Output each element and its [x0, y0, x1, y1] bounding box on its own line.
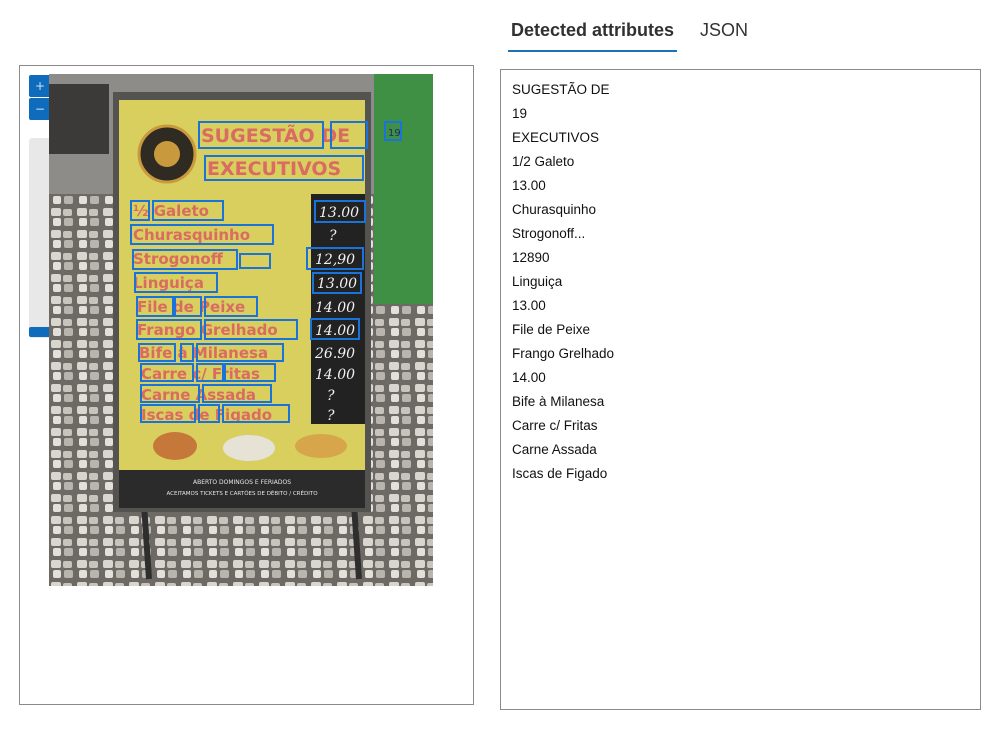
attribute-item: Churasquinho	[512, 202, 597, 217]
menu-item-price: 13.00	[319, 205, 359, 221]
attribute-item: File de Peixe	[512, 322, 591, 337]
menu-item-price: 14.00	[315, 323, 355, 339]
attribute-item: 13.00	[512, 178, 546, 193]
menu-item-name: Strogonoff	[133, 250, 224, 268]
attribute-item: Bife à Milanesa	[512, 394, 605, 409]
menu-item-name: ½ Galeto	[133, 202, 209, 220]
attribute-item: 14.00	[512, 370, 546, 385]
sign-footer-line-1: ABERTO DOMINGOS E FERIADOS	[193, 479, 291, 486]
tab-bar: Detected attributes JSON	[508, 18, 751, 52]
tab-json[interactable]: JSON	[697, 18, 751, 50]
sign-badge: 19	[388, 128, 401, 139]
zoom-in-button[interactable]: +	[29, 75, 51, 97]
tab-detected-attributes[interactable]: Detected attributes	[508, 18, 678, 52]
attribute-item: SUGESTÃO DE	[512, 82, 610, 97]
zoom-out-button[interactable]: −	[29, 98, 51, 120]
menu-item-name: Frango Grelhado	[137, 321, 278, 339]
attribute-item: 12890	[512, 250, 550, 265]
sign-footer-band	[119, 470, 365, 508]
zoom-slider-thumb[interactable]	[29, 327, 51, 337]
food-photo	[295, 434, 347, 458]
attribute-item: Carre c/ Fritas	[512, 418, 598, 433]
attribute-item: EXECUTIVOS	[512, 130, 600, 145]
attribute-item: Linguiça	[512, 274, 563, 289]
background-vehicle	[49, 84, 109, 154]
zoom-slider-track[interactable]	[29, 138, 51, 338]
menu-item-price: ?	[329, 228, 337, 244]
attribute-item: Frango Grelhado	[512, 346, 615, 361]
attribute-list: SUGESTÃO DE 19 EXECUTIVOS 1/2 Galeto 13.…	[501, 70, 980, 486]
logo-emblem	[154, 141, 180, 167]
background-shopfront	[374, 74, 433, 304]
menu-item-price: 12,90	[315, 252, 355, 268]
menu-item-price: 26.90	[314, 346, 355, 362]
minus-icon: −	[34, 102, 46, 116]
analyzed-photo: SUGESTÃO DE 19 EXECUTIVOS ½ Galeto Chura…	[49, 74, 433, 586]
menu-item-name: Churasquinho	[133, 226, 250, 244]
attribute-item: 19	[512, 106, 528, 121]
food-photo	[223, 435, 275, 461]
attribute-item: 13.00	[512, 298, 546, 313]
sign-footer-line-2: ACEITAMOS TICKETS E CARTÕES DE DÉBITO / …	[166, 489, 318, 497]
menu-item-name: File de Peixe	[137, 298, 245, 316]
attribute-item: 1/2 Galeto	[512, 154, 575, 169]
menu-item-price: 14.00	[315, 367, 355, 383]
detected-attributes-panel: SUGESTÃO DE 19 EXECUTIVOS 1/2 Galeto 13.…	[500, 69, 981, 710]
image-viewer: + − SUGESTÃO DE 19 EXECUTIVOS ½ Galeto C…	[19, 65, 474, 705]
sign-title-2: EXECUTIVOS	[207, 158, 341, 180]
food-photo	[153, 432, 197, 460]
menu-item-price: 14.00	[315, 300, 355, 316]
attribute-item: Iscas de Figado	[512, 466, 608, 481]
menu-item-price: ?	[327, 408, 335, 424]
menu-item-price: 13.00	[317, 276, 357, 292]
menu-item-name: Linguiça	[133, 274, 204, 292]
plus-icon: +	[34, 79, 46, 93]
menu-item-name: Bife à Milanesa	[139, 344, 268, 362]
sign-title-1: SUGESTÃO DE	[201, 123, 350, 147]
attribute-item: Carne Assada	[512, 442, 597, 457]
menu-item-price: ?	[327, 388, 335, 404]
attribute-item: Strogonoff...	[512, 226, 586, 241]
